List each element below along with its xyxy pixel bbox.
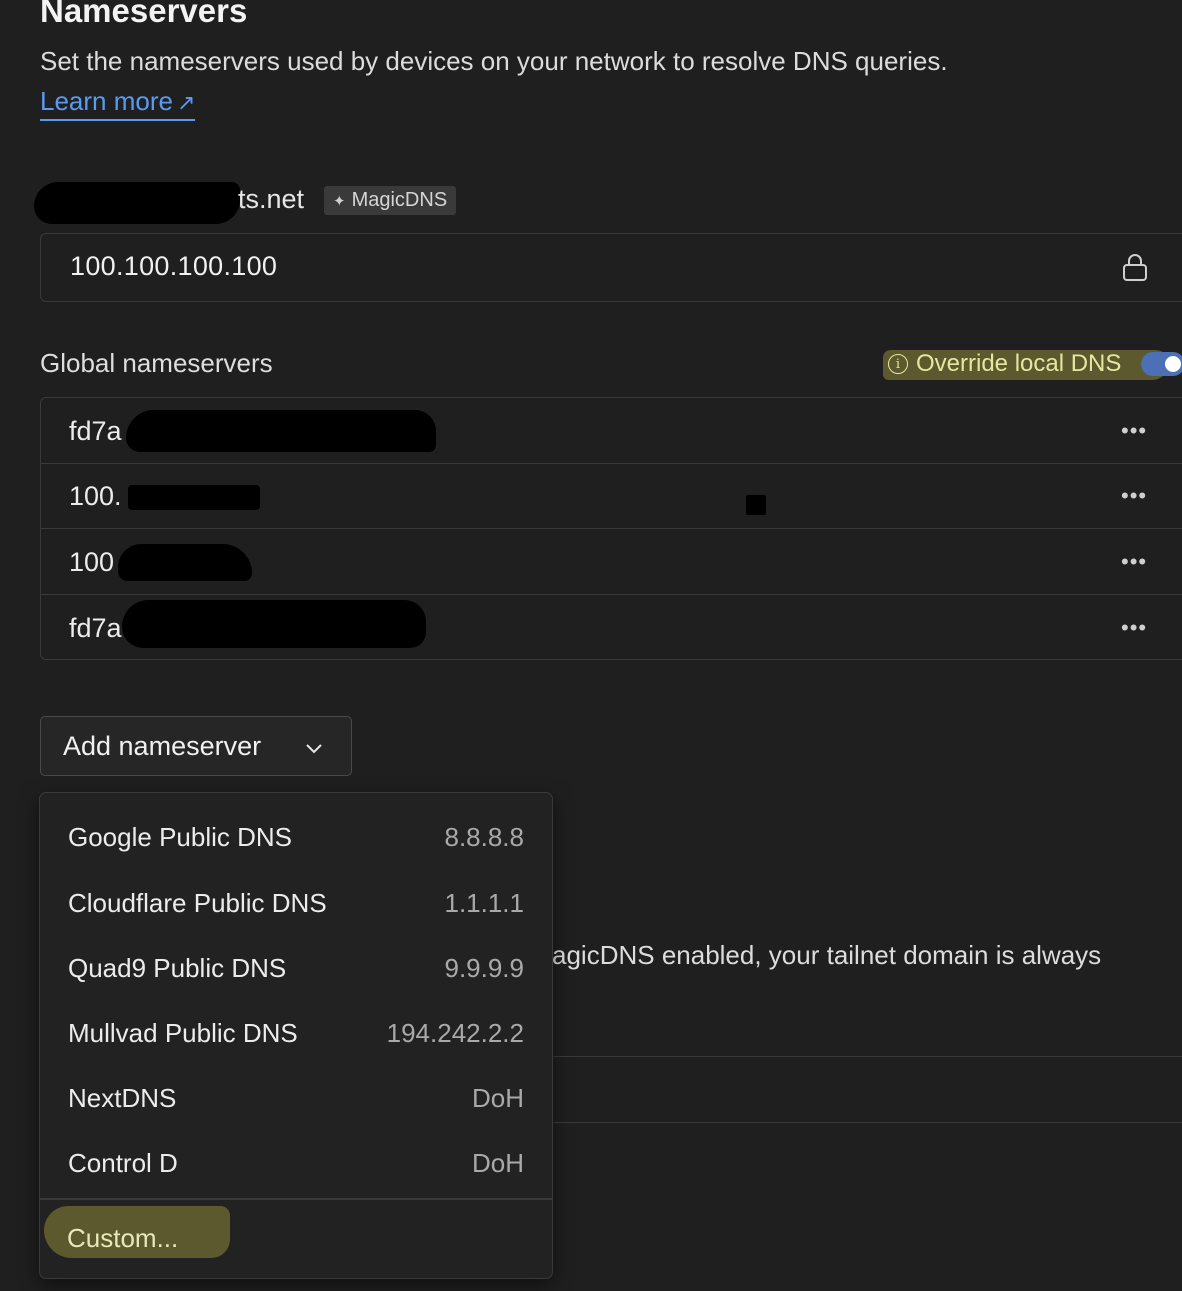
redaction-mark [128,485,260,510]
menu-item-custom[interactable]: Custom... [67,1223,178,1254]
nameserver-address: 100 [69,547,115,577]
nameserver-address: 100. [69,481,122,511]
menu-item-name: Control D [68,1148,178,1178]
ellipsis-icon[interactable]: ••• [1121,418,1147,444]
learn-more-label: Learn more [40,86,173,116]
tailnet-domain-suffix: ts.net [238,184,305,214]
menu-item-cloudflare[interactable]: Cloudflare Public DNS 1.1.1.1 [40,866,552,931]
menu-item-value: DoH [471,1083,524,1113]
redaction-mark [126,410,436,452]
override-local-dns: i Override local DNS [888,350,1121,378]
ellipsis-icon[interactable]: ••• [1121,615,1147,641]
menu-item-value: 194.242.2.2 [386,1018,524,1048]
redaction-mark [122,600,426,648]
ellipsis-icon[interactable]: ••• [1121,549,1147,575]
menu-item-quad9[interactable]: Quad9 Public DNS 9.9.9.9 [40,931,552,996]
menu-item-name: Quad9 Public DNS [68,953,287,983]
redaction-mark [118,544,252,581]
override-local-dns-label: Override local DNS [916,350,1122,377]
search-domains-description: agicDNS enabled, your tailnet domain is … [552,940,1102,970]
menu-item-name: Mullvad Public DNS [68,1018,298,1048]
nameserver-address: fd7a [69,613,122,643]
chevron-down-icon [303,735,325,766]
section-description: Set the nameservers used by devices on y… [40,46,948,76]
magicdns-resolver-value: 100.100.100.100 [70,251,278,281]
menu-item-value: 8.8.8.8 [444,822,524,852]
menu-item-value: 1.1.1.1 [444,888,524,918]
page-title: Nameservers [40,0,248,29]
info-icon: i [888,354,908,374]
menu-item-value: 9.9.9.9 [444,953,524,983]
magicdns-badge-label: MagicDNS [351,189,448,211]
menu-divider [40,1198,552,1200]
add-nameserver-button[interactable]: Add nameserver [40,716,352,776]
external-arrow-icon: ↗ [176,90,196,115]
redaction-mark [746,495,766,515]
menu-item-name: Google Public DNS [68,822,292,852]
menu-item-mullvad[interactable]: Mullvad Public DNS 194.242.2.2 [40,996,552,1061]
nameserver-address: fd7a [69,416,122,446]
learn-more-link[interactable]: Learn more ↗ [40,86,196,121]
global-nameservers-label: Global nameservers [40,348,273,378]
sparkle-icon: ✦ [333,192,346,210]
menu-item-name: Cloudflare Public DNS [68,888,327,918]
toggle-knob [1165,356,1181,372]
menu-item-value: DoH [471,1148,524,1178]
menu-item-nextdns[interactable]: NextDNS DoH [40,1061,552,1126]
magicdns-resolver-field: 100.100.100.100 [40,233,1182,302]
menu-item-google[interactable]: Google Public DNS 8.8.8.8 [40,800,552,865]
override-local-dns-toggle[interactable] [1141,352,1182,376]
redacted-domain [34,182,240,224]
lock-icon [1121,252,1149,287]
magicdns-badge: ✦ MagicDNS [324,186,457,215]
menu-item-name: NextDNS [68,1083,177,1113]
menu-item-controld[interactable]: Control D DoH [40,1126,552,1191]
background-field [540,1056,1182,1123]
ellipsis-icon[interactable]: ••• [1121,483,1147,509]
add-nameserver-label: Add nameserver [63,730,262,761]
